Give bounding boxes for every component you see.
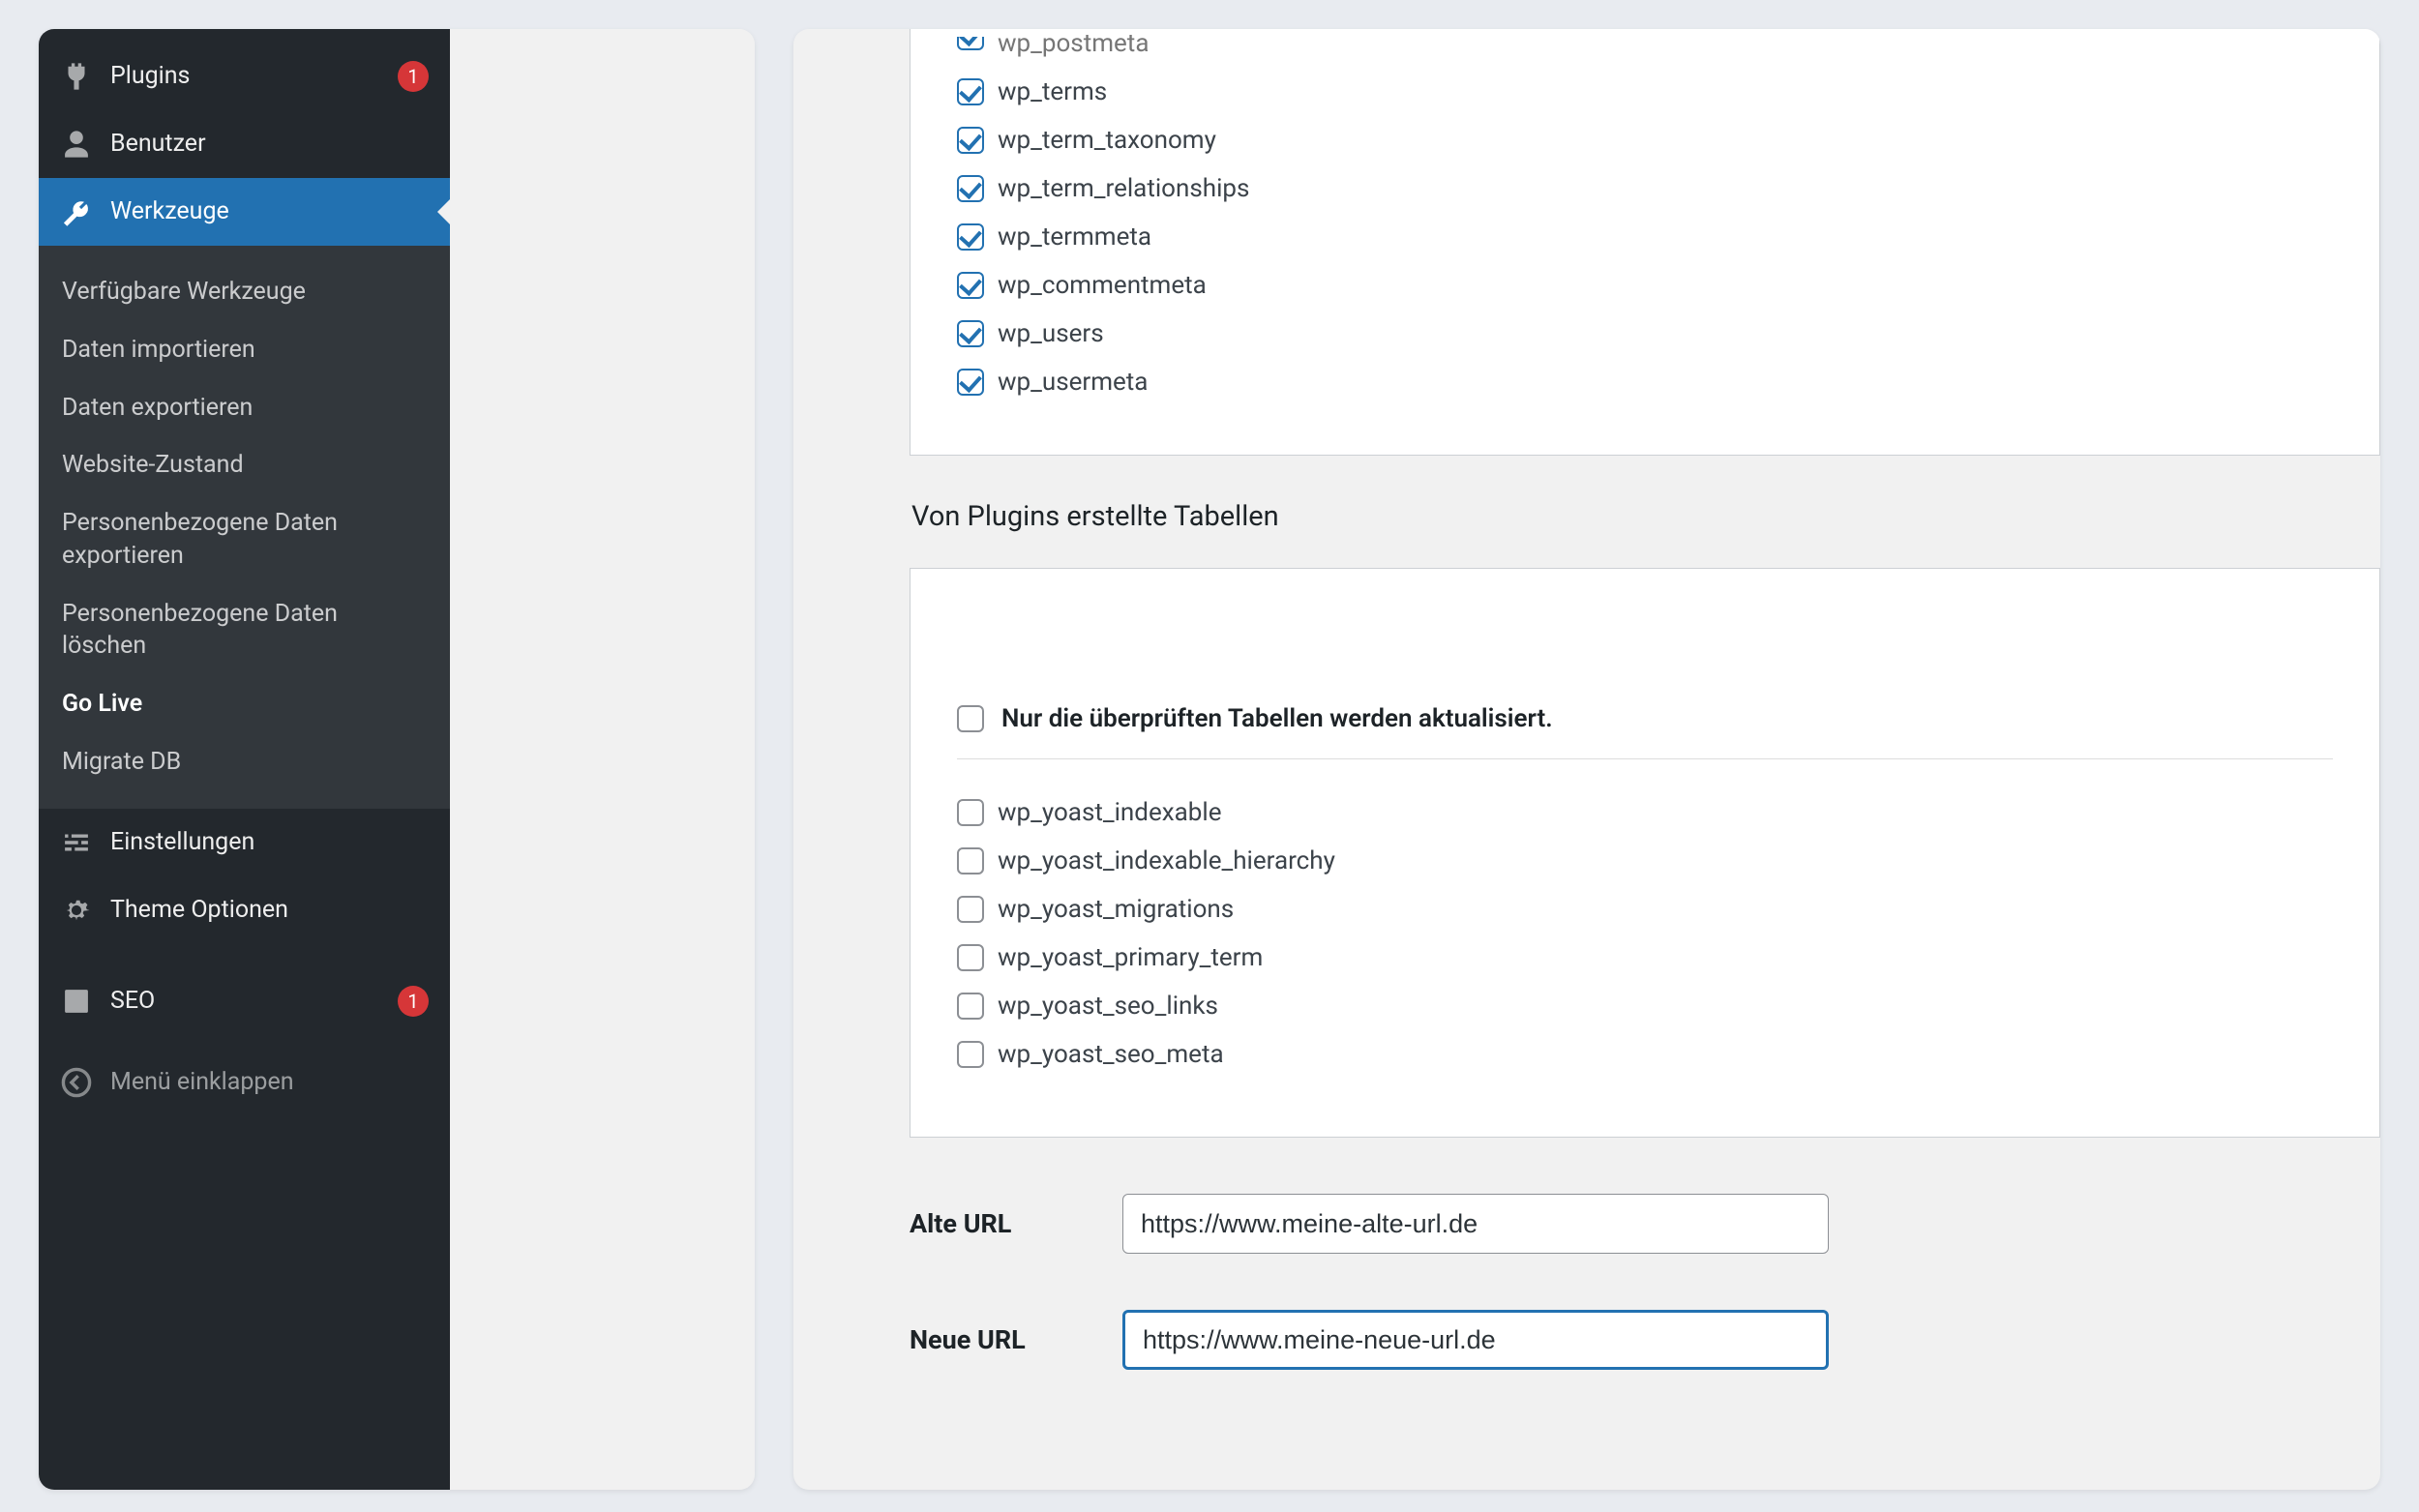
new-url-label: Neue URL — [910, 1324, 1055, 1355]
table-label: wp_yoast_primary_term — [998, 943, 1263, 972]
table-label: wp_commentmeta — [998, 271, 1207, 300]
wrench-icon — [60, 195, 93, 228]
submenu-item-migratedb[interactable]: Migrate DB — [39, 733, 450, 791]
submenu-item-available[interactable]: Verfügbare Werkzeuge — [39, 263, 450, 321]
table-label: wp_term_relationships — [998, 174, 1249, 203]
table-label: wp_yoast_seo_links — [998, 992, 1218, 1021]
table-row: wp_postmeta — [957, 29, 2379, 68]
sidebar-item-plugins[interactable]: Plugins 1 — [39, 43, 450, 110]
table-checkbox[interactable] — [957, 847, 984, 875]
menu-label: Theme Optionen — [110, 896, 429, 925]
table-label: wp_yoast_indexable_hierarchy — [998, 846, 1335, 875]
table-row: wp_term_taxonomy — [957, 116, 2379, 164]
user-icon — [60, 128, 93, 161]
table-label: wp_yoast_indexable — [998, 798, 1222, 827]
table-checkbox[interactable] — [957, 127, 984, 154]
wp-tables-box: wp_postmeta wp_terms wp_term_taxonomy wp_te… — [910, 29, 2380, 456]
content-gutter — [450, 29, 755, 1490]
table-label: wp_terms — [998, 77, 1107, 106]
old-url-input[interactable] — [1122, 1194, 1829, 1254]
table-checkbox[interactable] — [957, 993, 984, 1020]
old-url-label: Alte URL — [910, 1208, 1055, 1239]
submenu-item-pd-erase[interactable]: Personenbezogene Daten löschen — [39, 585, 450, 676]
table-checkbox[interactable] — [957, 799, 984, 826]
collapse-menu[interactable]: Menü einklappen — [39, 1047, 450, 1118]
collapse-icon — [60, 1066, 93, 1099]
sidebar-item-theme-options[interactable]: Theme Optionen — [39, 876, 450, 944]
tools-submenu: Verfügbare WerkzeugeDaten importierenDat… — [39, 246, 450, 809]
admin-sidebar-panel: Plugins 1 Benutzer Werkzeuge Verfügbare … — [39, 29, 755, 1490]
plugin-tables-note: Nur die überprüften Tabellen werden aktu… — [1001, 704, 1553, 733]
sliders-icon — [60, 826, 93, 859]
table-label: wp_termmeta — [998, 222, 1151, 252]
plugin-tables-note-row: Nur die überprüften Tabellen werden aktu… — [957, 704, 2333, 759]
table-checkbox[interactable] — [957, 369, 984, 396]
table-checkbox[interactable] — [957, 896, 984, 923]
table-label: wp_yoast_seo_meta — [998, 1040, 1224, 1069]
table-row: wp_commentmeta — [957, 261, 2379, 310]
table-label: wp_usermeta — [998, 368, 1148, 397]
gear-icon — [60, 894, 93, 927]
table-row: wp_yoast_indexable_hierarchy — [957, 837, 2333, 885]
table-checkbox[interactable] — [957, 272, 984, 299]
sidebar-item-users[interactable]: Benutzer — [39, 110, 450, 178]
old-url-row: Alte URL — [910, 1194, 2380, 1254]
yoast-icon — [60, 985, 93, 1018]
table-label: wp_users — [998, 319, 1104, 348]
table-row: wp_termmeta — [957, 213, 2379, 261]
table-row: wp_yoast_seo_meta — [957, 1030, 2333, 1079]
table-checkbox[interactable] — [957, 175, 984, 202]
table-label: wp_yoast_migrations — [998, 895, 1234, 924]
plugin-tables-heading: Von Plugins erstellte Tabellen — [793, 456, 2380, 568]
table-label: wp_postmeta — [998, 29, 1149, 58]
table-row: wp_term_relationships — [957, 164, 2379, 213]
menu-label: SEO — [110, 987, 373, 1016]
plugin-icon — [60, 60, 93, 93]
menu-label: Einstellungen — [110, 828, 429, 857]
table-row: wp_yoast_indexable — [957, 788, 2333, 837]
table-checkbox[interactable] — [957, 944, 984, 971]
admin-menu: Plugins 1 Benutzer Werkzeuge Verfügbare … — [39, 29, 450, 1490]
new-url-row: Neue URL — [910, 1310, 2380, 1370]
sidebar-item-tools[interactable]: Werkzeuge — [39, 178, 450, 246]
table-label: wp_term_taxonomy — [998, 126, 1216, 155]
table-row: wp_users — [957, 310, 2379, 358]
table-row: wp_yoast_seo_links — [957, 982, 2333, 1030]
submenu-item-export[interactable]: Daten exportieren — [39, 379, 450, 437]
sidebar-item-settings[interactable]: Einstellungen — [39, 809, 450, 876]
update-badge: 1 — [398, 61, 429, 92]
menu-label: Werkzeuge — [110, 197, 429, 226]
sidebar-item-seo[interactable]: SEO 1 — [39, 967, 450, 1035]
submenu-item-pd-export[interactable]: Personenbezogene Daten exportieren — [39, 494, 450, 585]
submenu-item-health[interactable]: Website-Zustand — [39, 436, 450, 494]
select-all-checkbox[interactable] — [957, 705, 984, 732]
table-checkbox[interactable] — [957, 1041, 984, 1068]
submenu-item-golive[interactable]: Go Live — [39, 675, 450, 733]
plugin-tables-box: Nur die überprüften Tabellen werden aktu… — [910, 568, 2380, 1138]
table-checkbox[interactable] — [957, 78, 984, 105]
table-checkbox[interactable] — [957, 223, 984, 251]
menu-label: Menü einklappen — [110, 1068, 429, 1096]
table-row: wp_yoast_primary_term — [957, 934, 2333, 982]
sidebar-item-cutoff[interactable] — [39, 29, 450, 43]
new-url-input[interactable] — [1122, 1310, 1829, 1370]
table-checkbox[interactable] — [957, 320, 984, 347]
menu-label: Benutzer — [110, 130, 429, 159]
table-row: wp_usermeta — [957, 358, 2379, 406]
menu-label: Plugins — [110, 62, 373, 91]
table-row: wp_terms — [957, 68, 2379, 116]
update-badge: 1 — [398, 986, 429, 1017]
table-checkbox[interactable] — [957, 37, 984, 50]
table-row: wp_yoast_migrations — [957, 885, 2333, 934]
submenu-item-import[interactable]: Daten importieren — [39, 321, 450, 379]
main-content-panel: wp_postmeta wp_terms wp_term_taxonomy wp_te… — [793, 29, 2380, 1490]
